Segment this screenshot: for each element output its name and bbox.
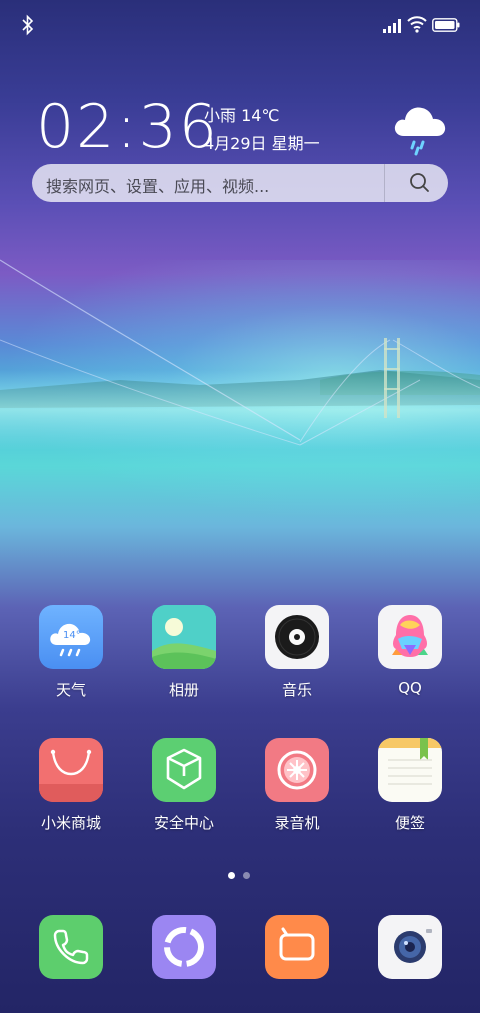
weather-summary[interactable]: 小雨 14℃ [204,102,279,126]
page-indicator[interactable] [228,872,252,880]
clock-time[interactable]: 02:36 [36,92,219,162]
wallpaper-bridge [0,259,480,450]
date-text[interactable]: 4月29日 星期一 [204,130,320,154]
search-button[interactable] [392,164,448,202]
security-icon [152,738,216,802]
app-label: 天气 [55,681,86,699]
app-gallery[interactable]: 相册 [134,605,234,700]
search-input[interactable]: 搜索网页、设置、应用、视频... [46,173,269,197]
battery-icon [432,18,460,32]
recorder-icon [265,738,329,802]
weather-icon: 14° [39,605,103,669]
app-notes[interactable]: 便签 [360,738,460,833]
messages-icon [265,915,329,979]
app-label: 安全中心 [153,814,214,832]
app-label: 录音机 [274,814,320,832]
wifi-icon [407,16,427,33]
gallery-icon [152,605,216,669]
bluetooth-icon [22,14,34,36]
music-icon [265,605,329,669]
app-label: QQ [398,679,422,697]
dock-messages[interactable] [247,915,347,979]
page-dot-active[interactable] [228,872,235,879]
dock-contacts[interactable] [134,915,234,979]
app-label: 小米商城 [40,814,101,832]
camera-icon [378,915,442,979]
rain-cloud-icon[interactable] [390,98,450,156]
app-recorder[interactable]: 录音机 [247,738,347,833]
search-divider [384,164,385,202]
search-icon [410,173,429,192]
signal-icon [383,19,401,33]
app-security[interactable]: 安全中心 [134,738,234,833]
app-label: 便签 [394,814,425,832]
dock-phone[interactable] [21,915,121,979]
app-weather[interactable]: 14° 天气 [21,605,121,700]
contacts-icon [152,915,216,979]
status-bar [0,0,480,50]
app-label: 音乐 [281,681,312,699]
phone-icon [39,915,103,979]
app-mi-store[interactable]: 小米商城 [21,738,121,833]
notes-icon [378,738,442,802]
dock-camera[interactable] [360,915,460,979]
mi-store-icon [39,738,103,802]
weather-badge: 14° [63,630,81,641]
app-music[interactable]: 音乐 [247,605,347,700]
app-label: 相册 [168,681,199,699]
qq-icon [378,605,442,669]
page-dot[interactable] [243,872,250,879]
app-qq[interactable]: QQ [360,605,460,697]
search-bar[interactable]: 搜索网页、设置、应用、视频... [32,164,448,202]
